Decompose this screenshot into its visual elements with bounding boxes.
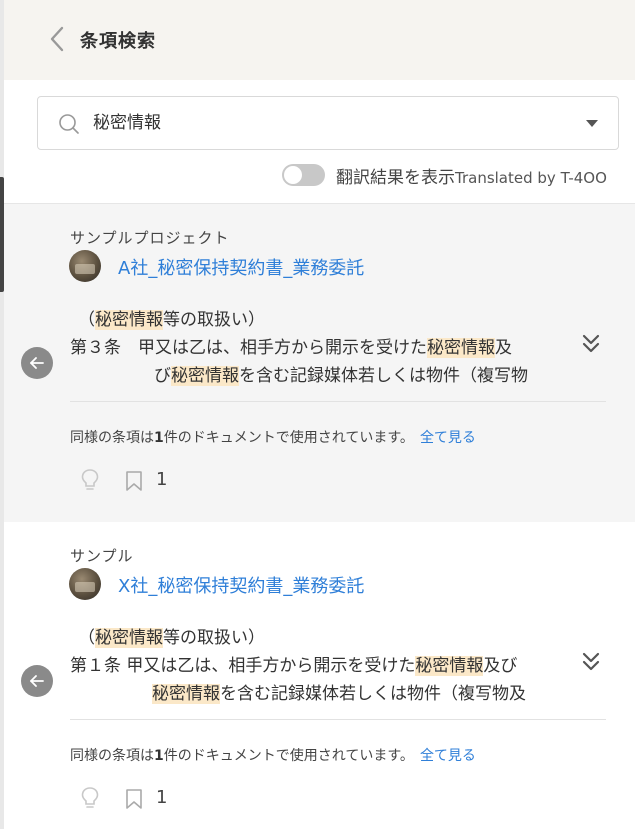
card-divider (70, 719, 606, 720)
clause-heading-post: 等の取扱い） (163, 628, 265, 648)
clause-text: 及び (483, 656, 518, 676)
usage-text: 同様の条項は1件のドキュメントで使用されています。 全て見る (70, 745, 476, 765)
arrow-left-icon (30, 357, 44, 369)
search-icon (59, 114, 79, 134)
bookmark-count: 1 (156, 469, 168, 490)
usage-pre: 同様の条項は (70, 748, 154, 764)
see-all-link[interactable]: 全て見る (420, 748, 476, 764)
avatar (69, 250, 101, 282)
keyword-highlight: 秘密情報 (415, 656, 484, 676)
clause-text-line: 第１条 甲又は乙は、相手方から開示を受けた秘密情報及び (70, 651, 517, 676)
clause-text: び (154, 366, 171, 386)
project-name: サンプルプロジェクト (70, 229, 230, 247)
keyword-highlight: 秘密情報 (427, 338, 495, 358)
result-card[interactable]: サンプル X社_秘密保持契約書_業務委託 （秘密情報等の取扱い） 第１条 甲又は… (4, 522, 635, 829)
page-title: 条項検索 (80, 31, 156, 52)
clause-heading-post: 等の取扱い） (163, 310, 265, 330)
keyword-highlight: 秘密情報 (95, 628, 163, 648)
toggle-label-ja: 翻訳結果を表示 (336, 168, 455, 188)
translation-toggle[interactable] (282, 164, 325, 186)
keyword-highlight: 秘密情報 (171, 366, 239, 386)
search-input[interactable] (93, 97, 553, 149)
keyword-highlight: 秘密情報 (152, 684, 220, 704)
card-divider (70, 401, 606, 402)
translation-toggle-label: 翻訳結果を表示Translated by T-4OO (336, 163, 607, 188)
back-button[interactable] (42, 24, 72, 54)
clause-heading-pre: （ (78, 628, 95, 648)
clause-text: 第３条 甲又は乙は、相手方から開示を受けた (70, 338, 427, 358)
double-chevron-down-icon[interactable] (580, 650, 602, 674)
apply-clause-button[interactable] (21, 665, 53, 697)
usage-pre: 同様の条項は (70, 430, 154, 446)
document-title-link[interactable]: A社_秘密保持契約書_業務委託 (118, 254, 364, 280)
panel-header: 条項検索 (4, 0, 635, 80)
avatar (69, 568, 101, 600)
usage-post: 件のドキュメントで使用されています。 (163, 430, 414, 446)
caret-down-icon[interactable] (586, 120, 598, 127)
clause-text: を含む記録媒体若しくは物件（複写物及 (220, 684, 526, 704)
usage-count: 1 (154, 430, 164, 446)
chevron-left-icon (50, 26, 64, 52)
clause-text-line: 第３条 甲又は乙は、相手方から開示を受けた秘密情報及 (70, 333, 512, 358)
clause-text: を含む記録媒体若しくは物件（複写物 (239, 366, 528, 386)
search-box[interactable] (37, 96, 619, 150)
clause-heading-pre: （ (78, 310, 95, 330)
clause-text: 及 (495, 338, 512, 358)
toggle-knob (284, 166, 302, 184)
clause-heading: （秘密情報等の取扱い） (78, 305, 265, 330)
clause-heading: （秘密情報等の取扱い） (78, 623, 265, 648)
toggle-label-translator: Translated by T-4OO (455, 169, 607, 187)
usage-count: 1 (154, 748, 164, 764)
clause-text: 第１条 甲又は乙は、相手方から開示を受けた (70, 656, 416, 676)
document-title-link[interactable]: X社_秘密保持契約書_業務委託 (118, 572, 364, 598)
see-all-link[interactable]: 全て見る (420, 430, 476, 446)
project-name: サンプル (70, 547, 134, 565)
bookmark-icon[interactable] (125, 470, 143, 492)
double-chevron-down-icon[interactable] (580, 332, 602, 356)
lightbulb-icon[interactable] (80, 786, 100, 810)
keyword-highlight: 秘密情報 (95, 310, 163, 330)
arrow-left-icon (30, 675, 44, 687)
clause-text-line: 秘密情報を含む記録媒体若しくは物件（複写物及 (152, 679, 526, 704)
bookmark-count: 1 (156, 787, 168, 808)
bookmark-icon[interactable] (125, 788, 143, 810)
result-card[interactable]: サンプルプロジェクト A社_秘密保持契約書_業務委託 （秘密情報等の取扱い） 第… (4, 204, 635, 522)
apply-clause-button[interactable] (21, 347, 53, 379)
usage-post: 件のドキュメントで使用されています。 (163, 748, 414, 764)
lightbulb-icon[interactable] (80, 468, 100, 492)
clause-text-line: び秘密情報を含む記録媒体若しくは物件（複写物 (154, 361, 528, 386)
usage-text: 同様の条項は1件のドキュメントで使用されています。 全て見る (70, 427, 476, 447)
